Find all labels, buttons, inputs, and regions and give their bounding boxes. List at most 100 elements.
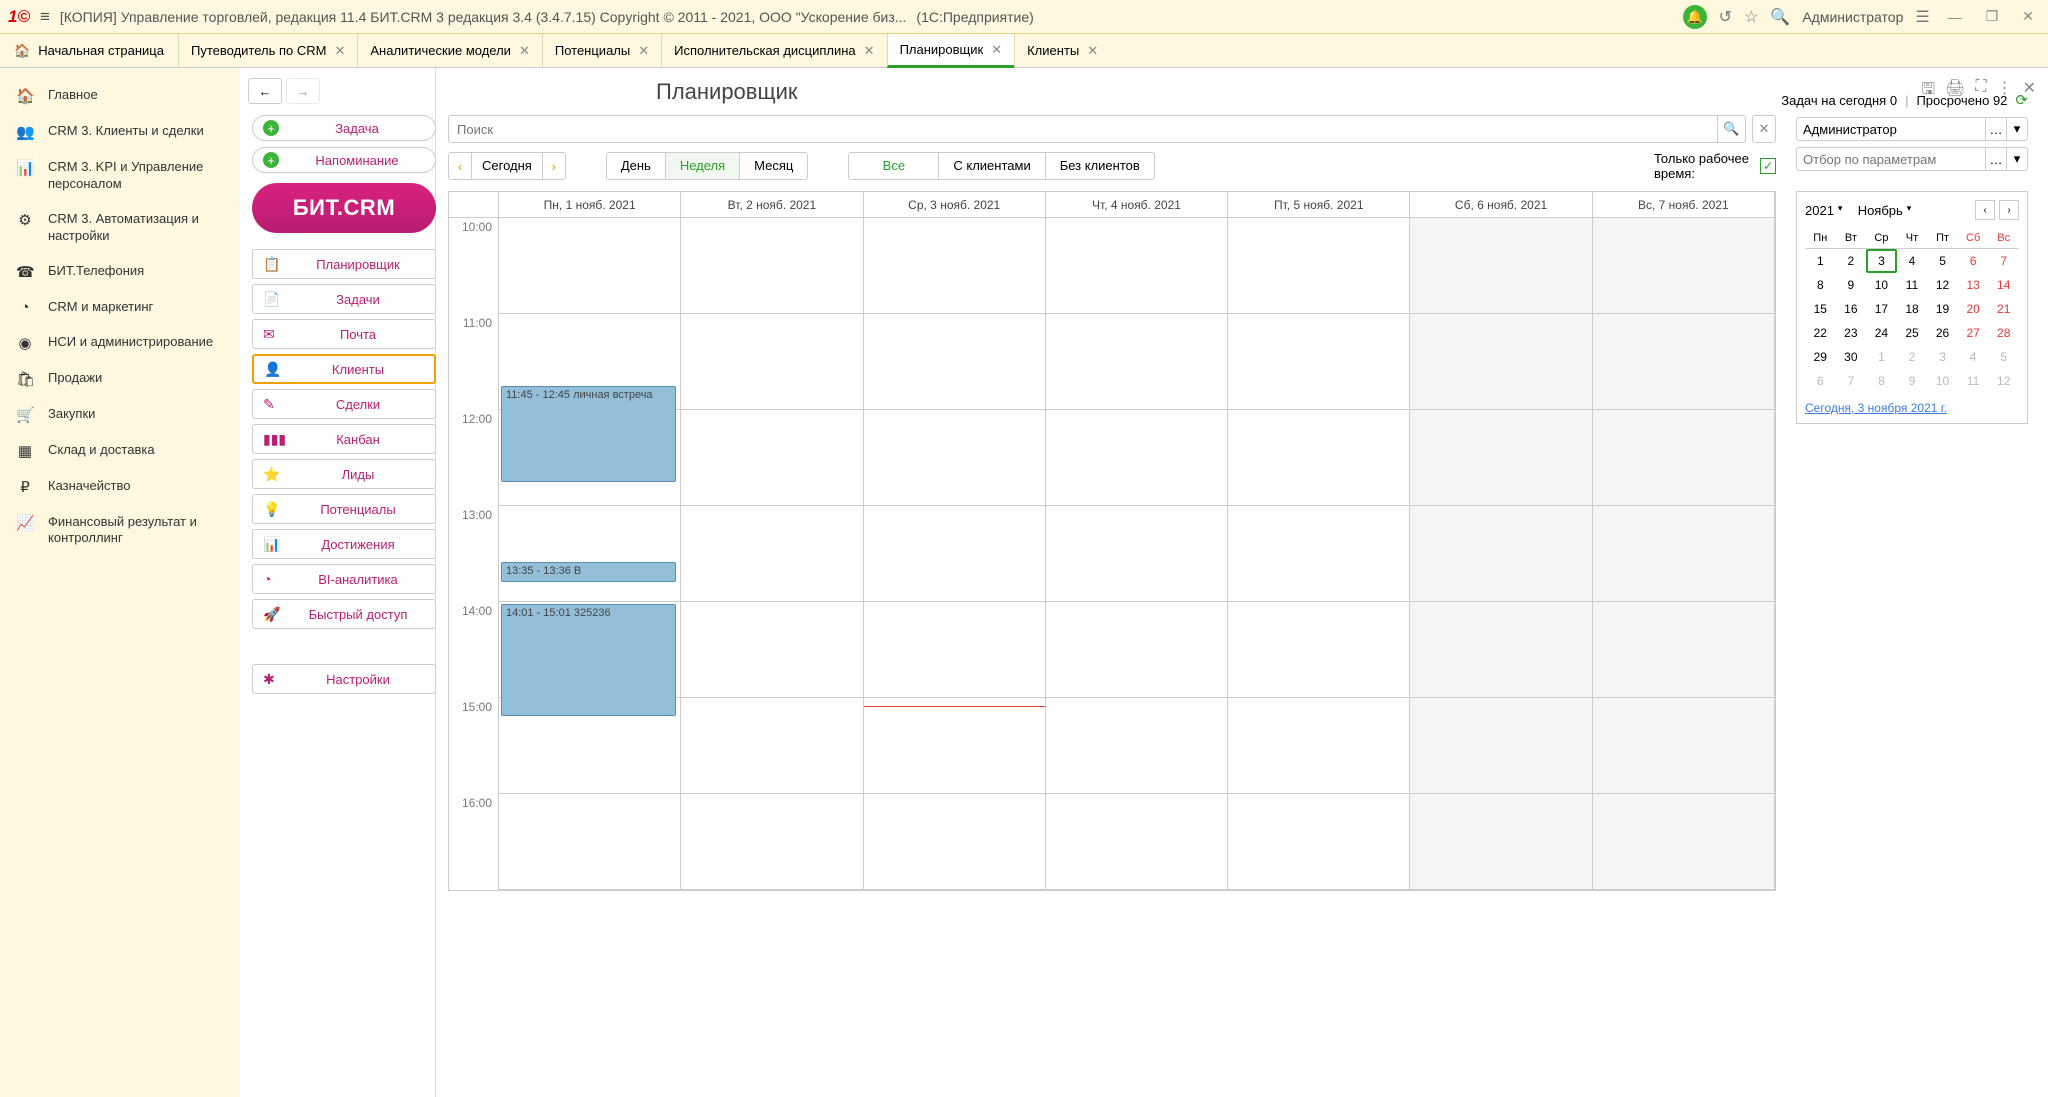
maximize-button[interactable]: ❐ xyxy=(1980,8,2005,25)
settings-lines-icon[interactable]: ☰ xyxy=(1915,7,1929,27)
cal-prev-button[interactable]: ‹ xyxy=(1975,200,1995,220)
cal-day[interactable]: 18 xyxy=(1897,297,1928,321)
cal-day[interactable]: 30 xyxy=(1836,345,1867,369)
cal-day[interactable]: 4 xyxy=(1958,345,1989,369)
bell-icon[interactable]: 🔔 xyxy=(1683,5,1707,29)
cal-day[interactable]: 13 xyxy=(1958,273,1989,297)
cal-day-column[interactable] xyxy=(1046,218,1228,890)
view-month-button[interactable]: Месяц xyxy=(740,153,807,179)
calendar-event[interactable]: 11:45 - 12:45 личная встреча xyxy=(501,386,676,482)
cal-day-column[interactable] xyxy=(1410,218,1592,890)
cal-day[interactable]: 3 xyxy=(1866,249,1897,273)
cal-day[interactable]: 5 xyxy=(1927,249,1958,273)
cal-day[interactable]: 2 xyxy=(1897,345,1928,369)
cal-day-column[interactable] xyxy=(1228,218,1410,890)
filter-all-button[interactable]: Все xyxy=(849,153,939,179)
cal-day[interactable]: 9 xyxy=(1897,369,1928,393)
cal-day[interactable]: 25 xyxy=(1897,321,1928,345)
tab-Исполнительская дисциплина[interactable]: Исполнительская дисциплина✕ xyxy=(661,34,886,67)
cal-day[interactable]: 6 xyxy=(1958,249,1989,273)
cal-day[interactable]: 12 xyxy=(1927,273,1958,297)
tab-close-icon[interactable]: ✕ xyxy=(864,43,875,59)
cal-day[interactable]: 2 xyxy=(1836,249,1867,273)
submenu-Задачи[interactable]: 📄Задачи xyxy=(252,284,436,314)
add-task-button[interactable]: + Задача xyxy=(252,115,436,141)
cal-day[interactable]: 26 xyxy=(1927,321,1958,345)
cal-today-link[interactable]: Сегодня, 3 ноября 2021 г. xyxy=(1805,401,2019,415)
filter-dd2[interactable]: ▾ xyxy=(2007,147,2028,171)
cal-day[interactable]: 7 xyxy=(1836,369,1867,393)
admin-dd2[interactable]: ▾ xyxy=(2007,117,2028,141)
cal-day[interactable]: 15 xyxy=(1805,297,1836,321)
tab-Потенциалы[interactable]: Потенциалы✕ xyxy=(542,34,661,67)
cal-next-button[interactable]: › xyxy=(1999,200,2019,220)
tab-Клиенты[interactable]: Клиенты✕ xyxy=(1014,34,1110,67)
cal-day[interactable]: 1 xyxy=(1805,249,1836,273)
add-reminder-button[interactable]: + Напоминание xyxy=(252,147,436,173)
cal-day[interactable]: 8 xyxy=(1805,273,1836,297)
close-button[interactable]: ✕ xyxy=(2016,8,2040,25)
cal-day[interactable]: 19 xyxy=(1927,297,1958,321)
tab-close-icon[interactable]: ✕ xyxy=(519,43,530,59)
tab-close-icon[interactable]: ✕ xyxy=(334,43,345,59)
refresh-icon[interactable]: ⟳ xyxy=(2015,91,2028,109)
today-button[interactable]: Сегодня xyxy=(471,153,543,179)
tab-close-icon[interactable]: ✕ xyxy=(638,43,649,59)
user-label[interactable]: Администратор xyxy=(1802,9,1903,25)
calendar-event[interactable]: 13:35 - 13:36 В xyxy=(501,562,676,582)
cal-day[interactable]: 28 xyxy=(1988,321,2019,345)
cal-day[interactable]: 29 xyxy=(1805,345,1836,369)
work-time-checkbox[interactable]: ✓ xyxy=(1760,158,1776,174)
settings-menu-button[interactable]: ✱ Настройки xyxy=(252,664,436,694)
sidebar-item[interactable]: ⚙CRM 3. Автоматизация и настройки xyxy=(0,202,240,254)
cal-day[interactable]: 12 xyxy=(1988,369,2019,393)
cal-day-column[interactable] xyxy=(1593,218,1775,890)
cal-day[interactable]: 24 xyxy=(1866,321,1897,345)
cal-day[interactable]: 11 xyxy=(1958,369,1989,393)
menu-icon[interactable]: ≡ xyxy=(40,7,50,27)
cal-day[interactable]: 10 xyxy=(1927,369,1958,393)
cal-day[interactable]: 8 xyxy=(1866,369,1897,393)
search-icon[interactable]: 🔍 xyxy=(1770,7,1790,27)
tab-Аналитические модели[interactable]: Аналитические модели✕ xyxy=(357,34,541,67)
sidebar-item[interactable]: ▦Склад и доставка xyxy=(0,433,240,469)
cal-day[interactable]: 4 xyxy=(1897,249,1928,273)
submenu-Лиды[interactable]: ⭐Лиды xyxy=(252,459,436,489)
search-input[interactable] xyxy=(449,116,1717,142)
submenu-BI-аналитика[interactable]: ◔BI-аналитика xyxy=(252,564,436,594)
prev-period-button[interactable]: ‹ xyxy=(449,153,471,179)
search-clear-button[interactable]: ✕ xyxy=(1752,115,1776,143)
star-icon[interactable]: ☆ xyxy=(1744,7,1758,27)
submenu-Сделки[interactable]: ✎Сделки xyxy=(252,389,436,419)
cal-day[interactable]: 7 xyxy=(1988,249,2019,273)
cal-month[interactable]: Ноябрь xyxy=(1858,203,1903,218)
cal-day[interactable]: 17 xyxy=(1866,297,1897,321)
cal-day[interactable]: 10 xyxy=(1866,273,1897,297)
sidebar-item[interactable]: 🛍Продажи xyxy=(0,361,240,397)
cal-day[interactable]: 20 xyxy=(1958,297,1989,321)
sidebar-item[interactable]: 📊CRM 3. KPI и Управление персоналом xyxy=(0,150,240,202)
sidebar-item[interactable]: 👥CRM 3. Клиенты и сделки xyxy=(0,114,240,150)
cal-year[interactable]: 2021 xyxy=(1805,203,1834,218)
cal-day[interactable]: 6 xyxy=(1805,369,1836,393)
calendar-event[interactable]: 14:01 - 15:01 325236 xyxy=(501,604,676,716)
minimize-button[interactable]: — xyxy=(1942,9,1968,25)
submenu-Потенциалы[interactable]: 💡Потенциалы xyxy=(252,494,436,524)
cal-day[interactable]: 21 xyxy=(1988,297,2019,321)
submenu-Канбан[interactable]: ▮▮▮Канбан xyxy=(252,424,436,454)
cal-day[interactable]: 23 xyxy=(1836,321,1867,345)
sidebar-item[interactable]: ◔CRM и маркетинг xyxy=(0,290,240,325)
filter-input[interactable] xyxy=(1796,147,1986,171)
search-go-button[interactable]: 🔍 xyxy=(1717,116,1745,142)
admin-input[interactable] xyxy=(1796,117,1986,141)
cal-day-column[interactable]: 11:45 - 12:45 личная встреча 13:35 - 13:3… xyxy=(499,218,681,890)
filter-without-button[interactable]: Без клиентов xyxy=(1046,153,1154,179)
tab-Путеводитель по CRM[interactable]: Путеводитель по CRM✕ xyxy=(178,34,357,67)
nav-forward-button[interactable]: → xyxy=(286,78,320,104)
sidebar-item[interactable]: ₽Казначейство xyxy=(0,469,240,505)
cal-day-column[interactable] xyxy=(864,218,1046,890)
tab-Планировщик[interactable]: Планировщик✕ xyxy=(887,34,1015,68)
tab-close-icon[interactable]: ✕ xyxy=(991,42,1002,58)
sidebar-item[interactable]: ◉НСИ и администрирование xyxy=(0,325,240,361)
tab-close-icon[interactable]: ✕ xyxy=(1087,43,1098,59)
